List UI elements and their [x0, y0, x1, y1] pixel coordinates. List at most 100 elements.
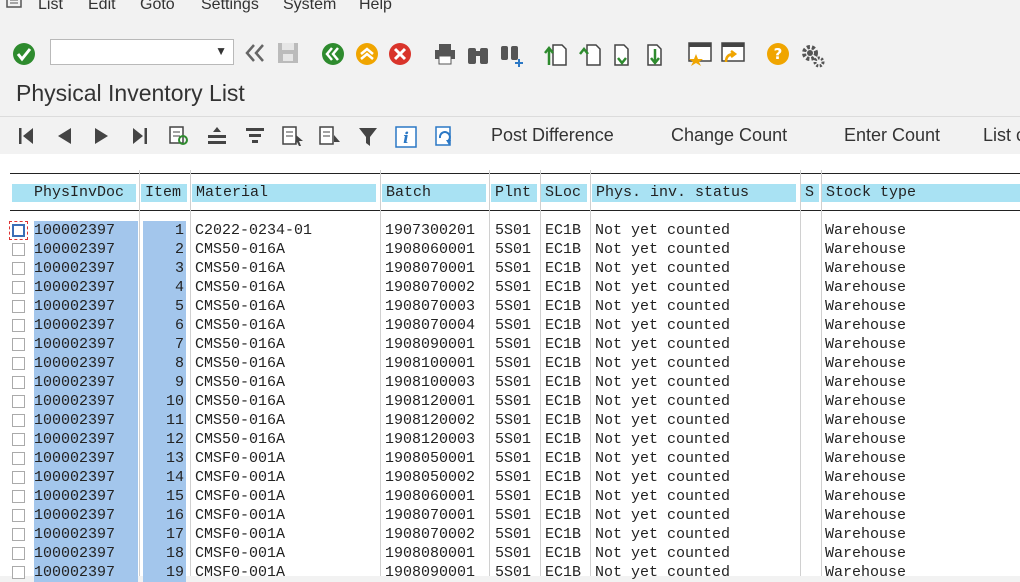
table-row[interactable]: 100002397 4 CMS50-016A 1908070002 5S01 EC1B No…	[0, 278, 1020, 297]
find-next-icon[interactable]	[499, 42, 525, 68]
cell-plnt: 5S01	[495, 336, 532, 353]
enter-check-icon[interactable]	[12, 42, 36, 66]
save-icon[interactable]	[276, 41, 300, 65]
row-select-checkbox[interactable]	[12, 376, 25, 389]
col-header-s[interactable]: S	[801, 184, 821, 202]
table-row[interactable]: 100002397 12 CMS50-016A 1908120003 5S01 EC1B N…	[0, 430, 1020, 449]
cell-phys-inv-status: Not yet counted	[595, 298, 731, 315]
sort-ascending-icon[interactable]	[206, 126, 228, 146]
table-row[interactable]: 100002397 10 CMS50-016A 1908120001 5S01 EC1B N…	[0, 392, 1020, 411]
row-select-checkbox[interactable]	[9, 221, 28, 240]
col-header-physinvdoc[interactable]: PhysInvDoc	[12, 184, 138, 202]
new-session-icon[interactable]	[687, 40, 715, 66]
change-layout-icon[interactable]	[318, 125, 342, 147]
row-select-checkbox[interactable]	[12, 547, 25, 560]
row-select-checkbox[interactable]	[12, 528, 25, 541]
previous-page-icon[interactable]	[578, 41, 602, 67]
menu-help[interactable]: Help	[359, 0, 392, 14]
menu-system[interactable]: System	[283, 0, 336, 14]
row-select-checkbox[interactable]	[12, 433, 25, 446]
menu-settings[interactable]: Settings	[201, 0, 259, 14]
col-header-material[interactable]: Material	[192, 184, 378, 202]
row-select-checkbox[interactable]	[12, 338, 25, 351]
col-header-item[interactable]: Item	[141, 184, 189, 202]
cell-physinvdoc: 100002397	[34, 525, 138, 544]
details-icon[interactable]	[168, 125, 190, 147]
table-row[interactable]: 100002397 5 CMS50-016A 1908070003 5S01 EC1B No…	[0, 297, 1020, 316]
last-page-icon[interactable]	[643, 41, 667, 67]
double-chevron-left-icon[interactable]	[244, 43, 266, 63]
table-row[interactable]: 100002397 9 CMS50-016A 1908100003 5S01 EC1B No…	[0, 373, 1020, 392]
list-count-button[interactable]: List c	[983, 125, 1020, 146]
menu-edit[interactable]: Edit	[88, 0, 116, 14]
row-select-checkbox[interactable]	[12, 566, 25, 579]
table-row[interactable]: 100002397 14 CMSF0-001A 1908050002 5S01 EC1B N…	[0, 468, 1020, 487]
cell-batch: 1908050001	[385, 450, 476, 467]
first-page-icon[interactable]	[544, 41, 568, 67]
cell-s	[802, 525, 820, 544]
table-row[interactable]: 100002397 2 CMS50-016A 1908060001 5S01 EC1B No…	[0, 240, 1020, 259]
row-select-checkbox[interactable]	[12, 395, 25, 408]
table-row[interactable]: 100002397 6 CMS50-016A 1908070004 5S01 EC1B No…	[0, 316, 1020, 335]
select-layout-icon[interactable]	[281, 125, 305, 147]
table-row[interactable]: 100002397 17 CMSF0-001A 1908070002 5S01 EC1B N…	[0, 525, 1020, 544]
enter-count-button[interactable]: Enter Count	[844, 125, 940, 146]
information-icon[interactable]: i	[395, 126, 417, 148]
table-row[interactable]: 100002397 18 CMSF0-001A 1908080001 5S01 EC1B N…	[0, 544, 1020, 563]
cell-phys-inv-status: Not yet counted	[595, 450, 731, 467]
next-row-icon[interactable]	[92, 126, 112, 146]
col-header-batch[interactable]: Batch	[382, 184, 488, 202]
row-select-checkbox[interactable]	[12, 319, 25, 332]
cell-batch: 1908090001	[385, 336, 476, 353]
app-menu-icon[interactable]	[6, 0, 24, 10]
cancel-icon[interactable]	[388, 42, 412, 66]
refresh-icon[interactable]	[433, 125, 457, 149]
cell-stock-type: Warehouse	[825, 412, 907, 429]
back-icon[interactable]	[321, 42, 345, 66]
first-row-icon[interactable]	[16, 126, 36, 146]
previous-row-icon[interactable]	[54, 126, 74, 146]
cell-item: 2	[143, 240, 186, 259]
row-select-checkbox[interactable]	[12, 490, 25, 503]
filter-icon[interactable]	[357, 126, 379, 148]
col-header-phys-inv-status[interactable]: Phys. inv. status	[592, 184, 798, 202]
post-difference-button[interactable]: Post Difference	[491, 125, 614, 146]
next-page-icon[interactable]	[610, 41, 634, 67]
table-row[interactable]: 100002397 11 CMS50-016A 1908120002 5S01 EC1B N…	[0, 411, 1020, 430]
cell-phys-inv-status: Not yet counted	[595, 526, 731, 543]
menu-goto[interactable]: Goto	[140, 0, 175, 14]
print-icon[interactable]	[433, 42, 457, 66]
row-select-checkbox[interactable]	[12, 262, 25, 275]
settings-gear-icon[interactable]	[799, 42, 825, 68]
command-field[interactable]: ▼	[50, 39, 234, 65]
table-row[interactable]: 100002397 1 C2022-0234-01 1907300201 5S01 EC1…	[0, 221, 1020, 240]
exit-icon[interactable]	[355, 42, 379, 66]
col-header-stock-type[interactable]: Stock type	[822, 184, 1020, 202]
sort-descending-icon[interactable]	[244, 126, 266, 146]
chevron-down-icon[interactable]: ▼	[215, 44, 227, 58]
table-row[interactable]: 100002397 7 CMS50-016A 1908090001 5S01 EC1B No…	[0, 335, 1020, 354]
find-icon[interactable]	[466, 42, 490, 66]
table-row[interactable]: 100002397 8 CMS50-016A 1908100001 5S01 EC1B No…	[0, 354, 1020, 373]
row-select-checkbox[interactable]	[12, 414, 25, 427]
shortcut-icon[interactable]	[718, 40, 746, 66]
row-select-checkbox[interactable]	[12, 357, 25, 370]
help-icon[interactable]: ?	[766, 42, 790, 66]
change-count-button[interactable]: Change Count	[671, 125, 787, 146]
table-row[interactable]: 100002397 16 CMSF0-001A 1908070001 5S01 EC1B N…	[0, 506, 1020, 525]
table-row[interactable]: 100002397 19 CMSF0-001A 1908090001 5S01 EC1B N…	[0, 563, 1020, 582]
row-select-checkbox[interactable]	[12, 509, 25, 522]
row-select-checkbox[interactable]	[12, 300, 25, 313]
row-select-checkbox[interactable]	[12, 471, 25, 484]
cell-plnt: 5S01	[495, 317, 532, 334]
col-header-sloc[interactable]: SLoc	[541, 184, 589, 202]
table-row[interactable]: 100002397 13 CMSF0-001A 1908050001 5S01 EC1B N…	[0, 449, 1020, 468]
row-select-checkbox[interactable]	[12, 452, 25, 465]
menu-list[interactable]: List	[38, 0, 63, 14]
table-row[interactable]: 100002397 3 CMS50-016A 1908070001 5S01 EC1B No…	[0, 259, 1020, 278]
row-select-checkbox[interactable]	[12, 281, 25, 294]
row-select-checkbox[interactable]	[12, 243, 25, 256]
table-row[interactable]: 100002397 15 CMSF0-001A 1908060001 5S01 EC1B N…	[0, 487, 1020, 506]
col-header-plnt[interactable]: Plnt	[491, 184, 539, 202]
last-row-icon[interactable]	[130, 126, 150, 146]
